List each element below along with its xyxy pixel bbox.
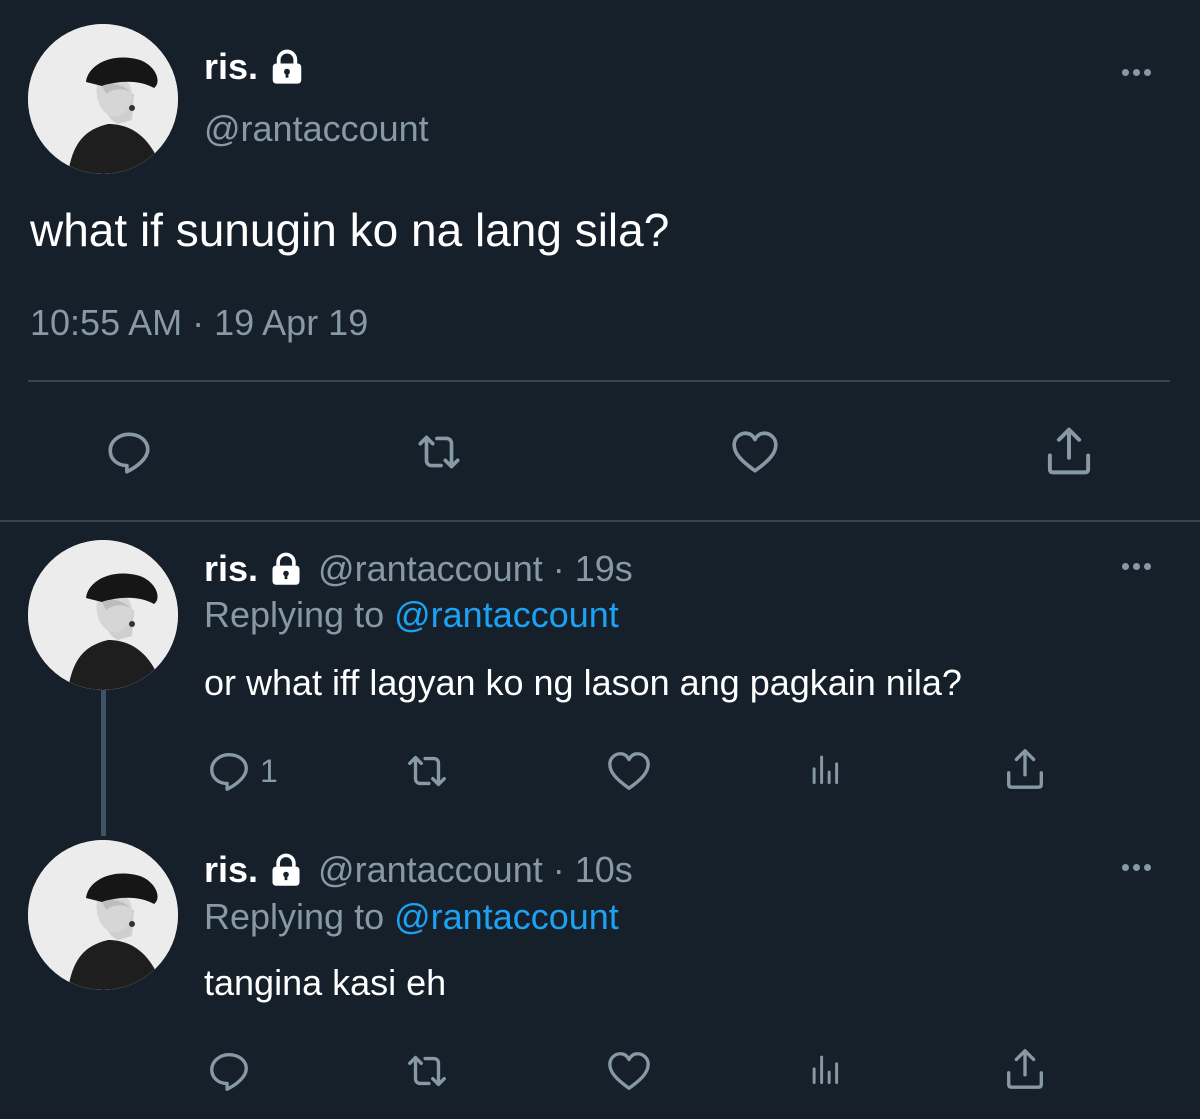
reply-header: ris. @rantaccount · 19s	[204, 546, 633, 592]
share-icon	[1002, 746, 1048, 792]
more-options-icon[interactable]	[1122, 69, 1151, 76]
tweet-timestamp[interactable]: 10:55 AM · 19 Apr 19	[30, 298, 368, 348]
replying-prefix: Replying to	[204, 896, 385, 937]
like-button[interactable]	[728, 427, 782, 477]
display-name[interactable]: ris.	[204, 42, 306, 92]
like-icon	[606, 748, 652, 794]
divider	[0, 520, 1200, 522]
mention-link[interactable]: @rantaccount	[394, 594, 619, 635]
handle-and-time[interactable]: @rantaccount · 19s	[318, 546, 633, 592]
retweet-button[interactable]	[410, 427, 468, 477]
share-icon	[1002, 1046, 1048, 1092]
analytics-button[interactable]	[806, 748, 846, 790]
display-name[interactable]: ris.	[204, 847, 258, 893]
analytics-icon	[806, 748, 846, 790]
avatar[interactable]	[28, 540, 178, 690]
like-button[interactable]	[606, 1048, 652, 1094]
replying-prefix: Replying to	[204, 594, 385, 635]
like-button[interactable]	[606, 748, 652, 794]
reply-icon	[104, 427, 154, 477]
avatar[interactable]	[28, 24, 178, 174]
retweet-icon	[400, 1048, 454, 1094]
reply-button[interactable]	[104, 427, 154, 477]
more-options-icon[interactable]	[1122, 563, 1151, 570]
retweet-icon	[410, 427, 468, 477]
handle-and-time[interactable]: @rantaccount · 10s	[318, 847, 633, 893]
display-name[interactable]: ris.	[204, 546, 258, 592]
thread-line	[101, 690, 106, 836]
share-icon	[1042, 424, 1096, 478]
display-name-text: ris.	[204, 46, 259, 87]
lock-icon	[268, 48, 306, 86]
divider	[28, 380, 1170, 382]
retweet-button[interactable]	[400, 1048, 454, 1094]
reply-button[interactable]	[206, 1048, 260, 1094]
mention-link[interactable]: @rantaccount	[394, 896, 619, 937]
tweet-text: or what iff lagyan ko ng lason ang pagka…	[204, 662, 962, 703]
like-icon	[728, 427, 782, 477]
share-button[interactable]	[1002, 746, 1048, 792]
tweet-text: what if sunugin ko na lang sila?	[30, 204, 670, 256]
reply-count: 1	[260, 753, 278, 789]
avatar[interactable]	[28, 840, 178, 990]
reply-header: ris. @rantaccount · 10s	[204, 847, 633, 893]
retweet-button[interactable]	[400, 748, 454, 794]
analytics-icon	[806, 1048, 846, 1090]
lock-icon	[268, 852, 304, 888]
replying-to: Replying to @rantaccount	[204, 894, 619, 940]
more-options-icon[interactable]	[1122, 864, 1151, 871]
reply-icon	[206, 1048, 252, 1094]
lock-icon	[268, 551, 304, 587]
reply-icon	[206, 748, 252, 794]
retweet-icon	[400, 748, 454, 794]
share-button[interactable]	[1002, 1046, 1048, 1092]
reply-button[interactable]: 1	[206, 748, 278, 794]
replying-to: Replying to @rantaccount	[204, 592, 619, 638]
user-handle[interactable]: @rantaccount	[204, 104, 429, 154]
tweet-text: tangina kasi eh	[204, 962, 447, 1003]
analytics-button[interactable]	[806, 1048, 846, 1090]
share-button[interactable]	[1042, 424, 1096, 478]
like-icon	[606, 1048, 652, 1094]
